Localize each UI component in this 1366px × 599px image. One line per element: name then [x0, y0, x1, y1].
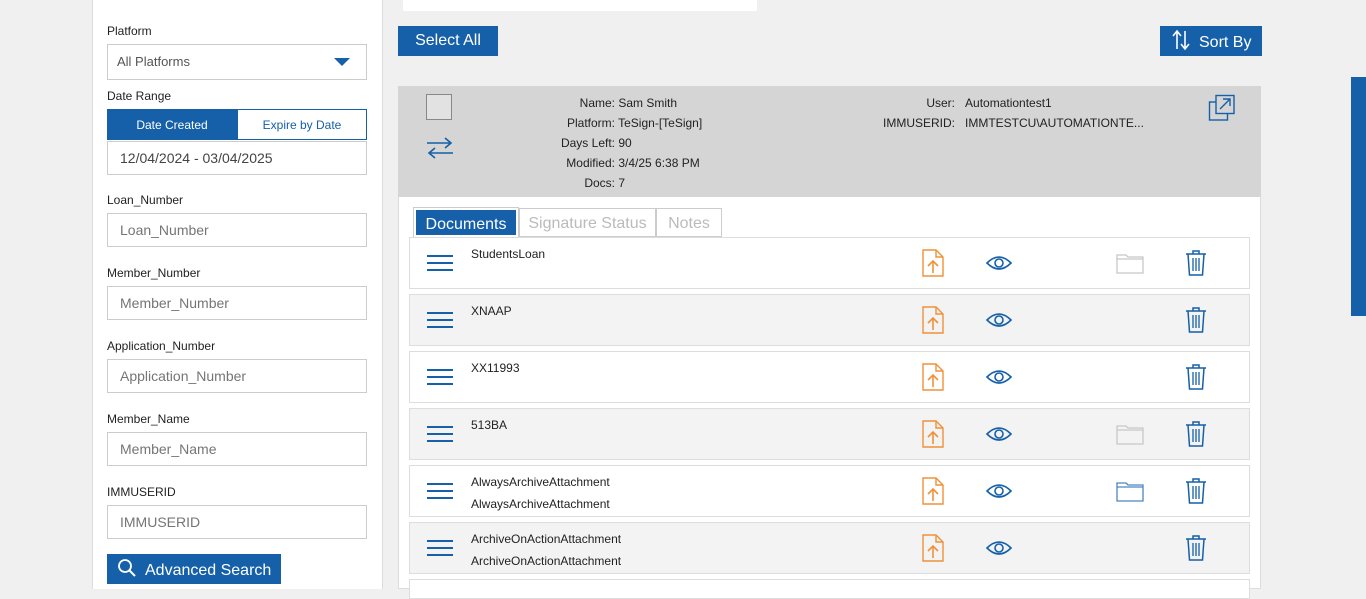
menu-icon[interactable]	[427, 483, 453, 501]
folder-icon[interactable]	[1116, 252, 1144, 274]
date-range-label: Date Range	[107, 89, 172, 103]
package-checkbox[interactable]	[426, 94, 452, 120]
menu-icon[interactable]	[427, 369, 453, 387]
immuserid-key: IMMUSERID:	[883, 116, 955, 130]
days-left-key: Days Left:	[560, 136, 615, 150]
modified-key: Modified:	[566, 156, 615, 170]
eye-icon[interactable]	[985, 539, 1013, 557]
sort-by-label: Sort By	[1199, 34, 1252, 51]
external-link-icon[interactable]	[1208, 94, 1236, 122]
document-name: 513BA	[471, 418, 508, 432]
date-created-toggle[interactable]: Date Created	[107, 109, 237, 140]
tab-documents[interactable]: Documents	[414, 208, 518, 237]
trash-icon[interactable]	[1185, 250, 1207, 276]
member-number-input[interactable]	[107, 286, 367, 320]
package-docs: 7	[618, 176, 626, 190]
upload-file-icon[interactable]	[921, 534, 945, 562]
menu-icon[interactable]	[427, 540, 453, 558]
package-modified: 3/4/25 6:38 PM	[618, 156, 700, 170]
platform-label: Platform	[107, 24, 152, 38]
upload-file-icon[interactable]	[921, 249, 945, 277]
docs-key: Docs:	[584, 176, 615, 190]
side-panel-tab[interactable]	[1351, 77, 1366, 316]
document-name: ArchiveOnActionAttachment	[471, 532, 622, 546]
menu-icon[interactable]	[427, 255, 453, 273]
sort-icon	[1172, 29, 1190, 51]
folder-icon[interactable]	[1116, 480, 1144, 502]
sort-by-button[interactable]: Sort By	[1160, 26, 1262, 56]
select-all-button[interactable]: Select All	[398, 26, 498, 56]
member-name-input[interactable]	[107, 432, 367, 466]
eye-icon[interactable]	[985, 311, 1013, 329]
member-number-label: Member_Number	[107, 266, 201, 280]
list-item[interactable]	[409, 579, 1250, 599]
tab-notes[interactable]: Notes	[656, 208, 722, 237]
immuserid-input[interactable]	[107, 505, 367, 539]
document-attachment-name: ArchiveOnActionAttachment	[471, 554, 622, 568]
document-attachment-name: AlwaysArchiveAttachment	[471, 497, 610, 511]
application-number-label: Application_Number	[107, 339, 216, 353]
tab-signature-status[interactable]: Signature Status	[519, 208, 656, 237]
trash-icon[interactable]	[1185, 535, 1207, 561]
package-name: Sam Smith	[618, 96, 678, 110]
eye-icon[interactable]	[985, 482, 1013, 500]
user-key: User:	[926, 96, 955, 110]
trash-icon[interactable]	[1185, 364, 1207, 390]
package-platform: TeSign-[TeSign]	[618, 116, 703, 130]
package-user: Automationtest1	[965, 96, 1052, 110]
document-name: XNAAP	[471, 304, 512, 318]
list-item[interactable]: StudentsLoan	[409, 237, 1250, 289]
trash-icon[interactable]	[1185, 421, 1207, 447]
list-item[interactable]: 513BA	[409, 408, 1250, 460]
upload-file-icon[interactable]	[921, 420, 945, 448]
platform-dropdown[interactable]: All Platforms	[107, 44, 367, 80]
list-item[interactable]: XNAAP	[409, 294, 1250, 346]
expire-by-date-toggle[interactable]: Expire by Date	[237, 109, 367, 140]
eye-icon[interactable]	[985, 254, 1013, 272]
list-item[interactable]: XX11993	[409, 351, 1250, 403]
eye-icon[interactable]	[985, 425, 1013, 443]
upload-file-icon[interactable]	[921, 306, 945, 334]
application-number-input[interactable]	[107, 359, 367, 393]
menu-icon[interactable]	[427, 426, 453, 444]
package-meta-left: Name: Sam Smith Platform: TeSign-[TeSign…	[530, 93, 770, 193]
trash-icon[interactable]	[1185, 307, 1207, 333]
folder-icon[interactable]	[1116, 423, 1144, 445]
advanced-search-button[interactable]: Advanced Search	[107, 554, 281, 584]
package-immuserid: IMMTESTCU\AUTOMATIONTE...	[965, 116, 1144, 130]
document-name: AlwaysArchiveAttachment	[471, 475, 610, 489]
immuserid-label: IMMUSERID	[107, 485, 176, 499]
upload-file-icon[interactable]	[921, 477, 945, 505]
package-days-left: 90	[618, 136, 632, 150]
list-item[interactable]: AlwaysArchiveAttachment AlwaysArchiveAtta…	[409, 465, 1250, 517]
eye-icon[interactable]	[985, 368, 1013, 386]
platform-value: All Platforms	[117, 54, 190, 69]
chevron-down-icon	[334, 58, 350, 66]
document-name: XX11993	[471, 361, 520, 375]
menu-icon[interactable]	[427, 312, 453, 330]
document-name: StudentsLoan	[471, 247, 546, 261]
search-icon	[118, 559, 136, 577]
upload-file-icon[interactable]	[921, 363, 945, 391]
loan-number-input[interactable]	[107, 213, 367, 247]
date-range-field[interactable]: 12/04/2024 - 03/04/2025	[107, 141, 367, 175]
top-panel	[403, 0, 757, 11]
platform-key: Platform:	[566, 116, 615, 130]
name-key: Name:	[579, 96, 615, 110]
member-name-label: Member_Name	[107, 412, 190, 426]
advanced-search-label: Advanced Search	[145, 562, 272, 579]
list-item[interactable]: ArchiveOnActionAttachment ArchiveOnAction…	[409, 522, 1250, 574]
trash-icon[interactable]	[1185, 478, 1207, 504]
package-meta-right: User: Automationtest1 IMMUSERID: IMMTEST…	[850, 93, 1150, 133]
swap-icon[interactable]	[425, 136, 455, 160]
loan-number-label: Loan_Number	[107, 193, 184, 207]
